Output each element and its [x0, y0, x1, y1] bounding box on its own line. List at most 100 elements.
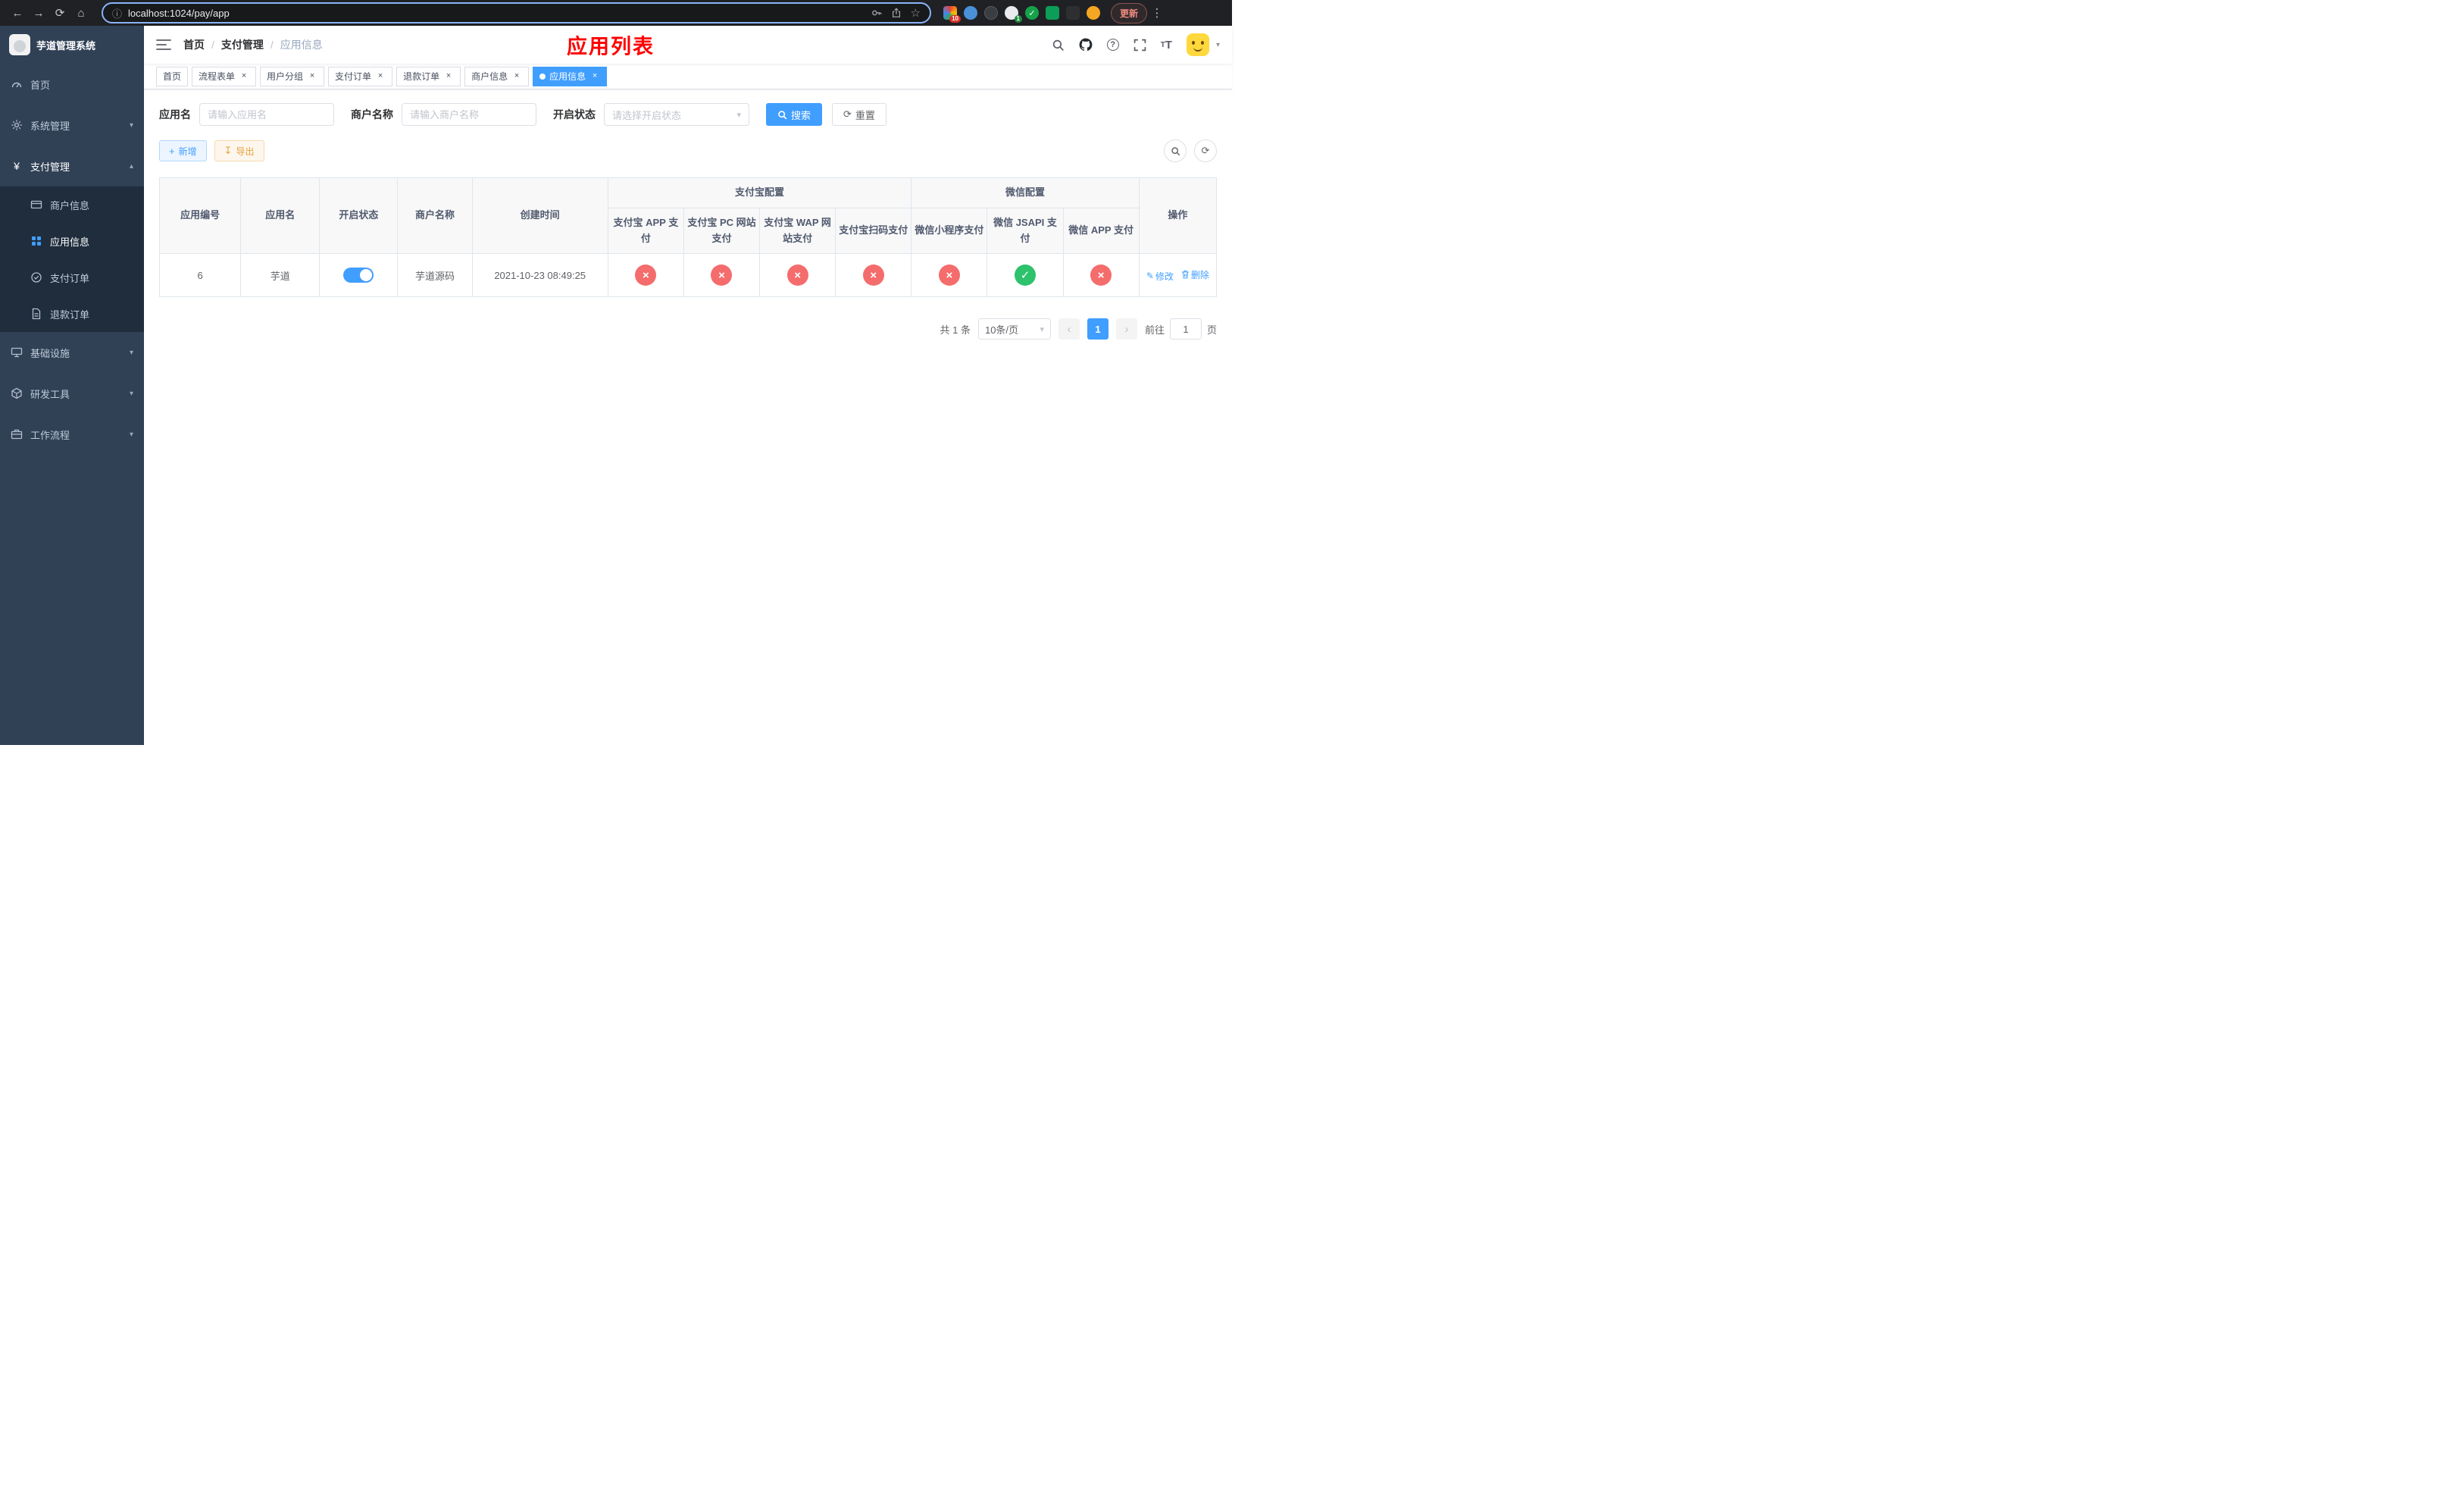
tab-user-group[interactable]: 用户分组 × [260, 66, 325, 86]
export-button[interactable]: ↧ 导出 [214, 140, 264, 161]
tags-view-bar: 首页 流程表单 × 用户分组 × 支付订单 × 退款订单 × 商户信息 × 应用… [144, 64, 1232, 89]
user-menu-caret-icon[interactable]: ▾ [1216, 41, 1220, 49]
url-bar[interactable]: ⓘ localhost:1024/pay/app ☆ [102, 2, 931, 23]
search-icon[interactable] [1052, 39, 1065, 52]
sidebar-item-label: 商户信息 [50, 199, 90, 211]
col-app-name: 应用名 [240, 177, 321, 255]
user-avatar[interactable] [1186, 33, 1209, 56]
sidebar-item-infrastructure[interactable]: 基础设施 ▾ [0, 332, 144, 373]
tab-close-icon[interactable]: × [307, 71, 317, 82]
browser-forward-button[interactable]: → [29, 3, 48, 23]
extension-light-icon[interactable]: 1 [1005, 6, 1022, 23]
cell-actions: ✎ 修改 删除 [1138, 253, 1218, 298]
add-button[interactable]: + 新增 [159, 140, 207, 161]
page-size-select[interactable]: 10条/页 ▾ [977, 318, 1051, 340]
font-size-icon[interactable]: TT [1161, 39, 1172, 52]
sidebar-logo: 芋道管理系统 [0, 26, 144, 64]
sidebar-item-payment[interactable]: ¥ 支付管理 ▴ [0, 146, 144, 186]
app-title: 芋道管理系统 [36, 39, 96, 52]
tab-close-icon[interactable]: × [443, 71, 454, 82]
status-label: 开启状态 [553, 108, 596, 121]
sidebar-item-system[interactable]: 系统管理 ▾ [0, 105, 144, 146]
tab-app-info[interactable]: 应用信息 × [533, 66, 608, 86]
config-status-icon: × [786, 265, 808, 286]
chevron-down-icon: ▾ [129, 348, 133, 357]
extensions-area: 10 1 ✓ [943, 6, 1100, 23]
col-actions: 操作 [1138, 177, 1218, 255]
document-icon [30, 308, 42, 320]
next-page-button[interactable]: › [1115, 318, 1137, 340]
bookmark-star-icon[interactable]: ☆ [911, 6, 921, 20]
browser-profile-avatar[interactable] [1087, 6, 1100, 20]
goto-label: 前往 [1144, 324, 1165, 336]
tab-refund-orders[interactable]: 退款订单 × [396, 66, 461, 86]
sidebar-item-home[interactable]: 首页 [0, 64, 144, 105]
chevron-down-icon: ▾ [129, 430, 133, 439]
goto-page-input[interactable] [1169, 318, 1202, 340]
tab-close-icon[interactable]: × [589, 71, 600, 82]
refresh-table-button[interactable]: ⟳ [1194, 139, 1217, 162]
help-icon[interactable]: ? [1106, 39, 1119, 51]
status-switch[interactable] [343, 268, 374, 283]
sidebar-item-label: 支付管理 [30, 161, 70, 173]
hamburger-icon[interactable] [156, 39, 171, 51]
tab-merchant-info[interactable]: 商户信息 × [464, 66, 530, 86]
tab-close-icon[interactable]: × [239, 71, 249, 82]
breadcrumb-home[interactable]: 首页 [183, 37, 205, 52]
browser-toolbar: ← → ⟳ ⌂ ⓘ localhost:1024/pay/app ☆ 10 1 … [0, 0, 1232, 26]
status-select[interactable]: 请选择开启状态 ▾ [604, 103, 749, 126]
tab-home[interactable]: 首页 [156, 66, 189, 86]
browser-reload-button[interactable]: ⟳ [50, 3, 70, 23]
sidebar-item-label: 支付订单 [50, 272, 90, 284]
check-circle-icon [30, 271, 42, 283]
browser-back-button[interactable]: ← [8, 3, 27, 23]
browser-update-button[interactable]: 更新 [1111, 2, 1148, 23]
tab-close-icon[interactable]: × [375, 71, 386, 82]
logo-avatar [9, 34, 30, 55]
extension-dark-globe-icon[interactable] [984, 6, 998, 20]
browser-home-button[interactable]: ⌂ [71, 3, 91, 23]
browser-menu-icon[interactable]: ⋮ [1149, 6, 1165, 20]
search-button[interactable]: 搜索 [766, 103, 823, 126]
gear-icon [11, 119, 23, 131]
prev-page-button[interactable]: ‹ [1058, 318, 1080, 340]
reset-button[interactable]: ⟳ 重置 [832, 103, 886, 126]
delete-button[interactable]: 删除 [1181, 268, 1209, 281]
breadcrumb-payment[interactable]: 支付管理 [221, 37, 264, 52]
merchant-name-input[interactable] [402, 103, 536, 126]
refresh-icon: ⟳ [843, 108, 852, 120]
tab-payment-orders[interactable]: 支付订单 × [328, 66, 393, 86]
extension-devtool-icon[interactable] [1066, 6, 1080, 20]
toggle-search-button[interactable] [1164, 139, 1187, 162]
page-number-current[interactable]: 1 [1087, 318, 1108, 340]
sidebar-item-merchant-info[interactable]: 商户信息 [0, 186, 144, 223]
app-name-input[interactable] [199, 103, 334, 126]
cell-alipay-qr: × [835, 253, 912, 298]
extension-green-check-icon[interactable]: ✓ [1025, 6, 1039, 20]
edit-button[interactable]: ✎ 修改 [1146, 270, 1174, 283]
sidebar-item-dev-tools[interactable]: 研发工具 ▾ [0, 373, 144, 414]
site-info-icon[interactable]: ⓘ [112, 6, 122, 20]
password-key-icon[interactable] [871, 8, 882, 18]
extension-blue-icon[interactable] [964, 6, 977, 20]
extension-green-notes-icon[interactable] [1046, 6, 1059, 20]
navbar-actions: ? TT ▾ [1052, 33, 1220, 56]
cell-app-id: 6 [158, 253, 242, 298]
sidebar-item-app-info[interactable]: 应用信息 [0, 223, 144, 259]
sidebar-item-workflow[interactable]: 工作流程 ▾ [0, 414, 144, 455]
col-wx-mini: 微信小程序支付 [911, 207, 988, 255]
github-icon[interactable] [1079, 38, 1093, 52]
yen-icon: ¥ [14, 160, 20, 172]
col-wx-app: 微信 APP 支付 [1062, 207, 1140, 255]
share-icon[interactable] [891, 8, 902, 18]
cell-merchant: 芋道源码 [397, 253, 473, 298]
col-alipay-qr: 支付宝扫码支付 [835, 207, 912, 255]
extensions-puzzle-icon[interactable]: 10 [943, 6, 961, 23]
sidebar-item-payment-orders[interactable]: 支付订单 [0, 259, 144, 296]
chevron-up-icon: ▴ [129, 161, 133, 171]
tab-close-icon[interactable]: × [511, 71, 522, 82]
cell-status [319, 253, 399, 298]
fullscreen-icon[interactable] [1134, 39, 1146, 52]
sidebar-item-refund-orders[interactable]: 退款订单 [0, 296, 144, 332]
tab-process-form[interactable]: 流程表单 × [192, 66, 257, 86]
